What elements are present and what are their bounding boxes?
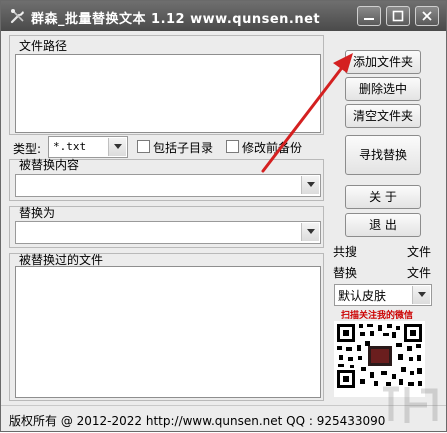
- chevron-down-icon[interactable]: [301, 176, 319, 194]
- skin-value: 默认皮肤: [338, 289, 387, 303]
- add-folder-button[interactable]: 添加文件夹: [345, 50, 421, 74]
- delete-selected-button[interactable]: 删除选中: [345, 77, 421, 101]
- type-label: 类型:: [13, 142, 42, 156]
- copyright-text: 版权所有 @ 2012-2022 http://www.qunsen.net Q…: [9, 414, 386, 428]
- about-button[interactable]: 关 于: [345, 185, 421, 209]
- search-input[interactable]: [15, 174, 321, 197]
- skin-select[interactable]: 默认皮肤: [334, 284, 432, 306]
- window-title: 群森_批量替换文本 1.12 www.qunsen.net: [31, 12, 321, 27]
- backup-checkbox[interactable]: [226, 140, 239, 153]
- search-label: 被替换内容: [19, 158, 80, 172]
- title-bar[interactable]: 群森_批量替换文本 1.12 www.qunsen.net: [1, 1, 446, 31]
- watermark-logo: [377, 381, 445, 429]
- qr-caption: 扫描关注我的微信: [341, 311, 414, 321]
- exit-button[interactable]: 退 出: [345, 213, 421, 237]
- main-window: 群森_批量替换文本 1.12 www.qunsen.net 文件路径 类型: *…: [0, 0, 447, 432]
- find-replace-button[interactable]: 寻找替换: [345, 135, 421, 175]
- tools-icon: [9, 7, 27, 25]
- clear-folder-button[interactable]: 清空文件夹: [345, 104, 421, 128]
- replaced-unit: 文件: [407, 266, 432, 280]
- include-subdirs-checkbox[interactable]: [137, 140, 150, 153]
- backup-label[interactable]: 修改前备份: [242, 139, 302, 156]
- replaced-count-label: 替换: [333, 266, 358, 280]
- file-path-list[interactable]: [15, 54, 321, 133]
- minimize-button[interactable]: [357, 6, 381, 26]
- type-combo[interactable]: *.txt: [48, 136, 128, 158]
- close-button[interactable]: [415, 6, 439, 26]
- chevron-down-icon[interactable]: [108, 138, 126, 156]
- replace-label: 替换为: [19, 206, 56, 220]
- chevron-down-icon[interactable]: [412, 286, 430, 304]
- chevron-down-icon[interactable]: [301, 223, 319, 241]
- searched-unit: 文件: [407, 245, 432, 259]
- type-value: *.txt: [53, 140, 87, 153]
- maximize-button[interactable]: [386, 6, 410, 26]
- replaced-files-list[interactable]: [15, 266, 321, 398]
- replace-input[interactable]: [15, 221, 321, 244]
- file-path-label: 文件路径: [19, 39, 68, 53]
- include-subdirs-label[interactable]: 包括子目录: [153, 139, 213, 156]
- searched-label: 共搜: [333, 245, 358, 259]
